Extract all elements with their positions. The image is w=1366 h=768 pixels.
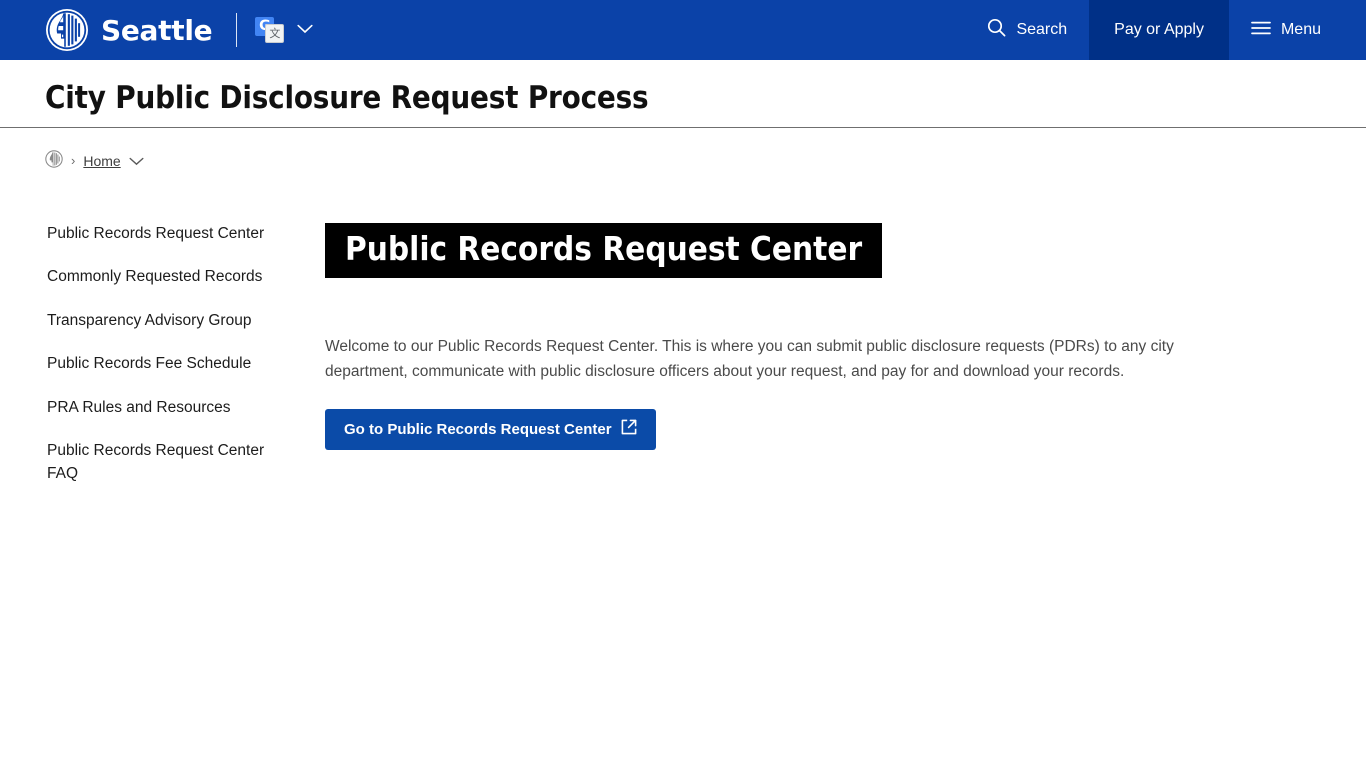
page-title-section: City Public Disclosure Request Process xyxy=(0,60,1366,127)
brand-group[interactable]: Seattle xyxy=(0,8,213,52)
seattle-seal-small-icon[interactable] xyxy=(45,150,63,171)
site-header: Seattle G 文 Search Pay or Apply xyxy=(0,0,1366,60)
google-translate-widget[interactable]: G 文 xyxy=(255,17,313,43)
menu-button[interactable]: Menu xyxy=(1229,0,1366,60)
main-content: Public Records Request Center Welcome to… xyxy=(325,223,1366,506)
seattle-city-seal-icon xyxy=(45,8,89,52)
menu-label: Menu xyxy=(1280,21,1321,38)
pay-or-apply-button[interactable]: Pay or Apply xyxy=(1089,0,1229,60)
chevron-down-icon[interactable] xyxy=(297,21,313,39)
page-title: City Public Disclosure Request Process xyxy=(45,80,649,116)
brand-name: Seattle xyxy=(101,13,213,47)
sidebar-item-public-records-request-center-faq[interactable]: Public Records Request Center FAQ xyxy=(47,440,265,485)
search-label: Search xyxy=(1016,21,1068,38)
breadcrumb-chevron-down-icon[interactable] xyxy=(129,153,144,169)
breadcrumb-home-link[interactable]: Home xyxy=(83,153,120,169)
intro-paragraph: Welcome to our Public Records Request Ce… xyxy=(325,337,1174,381)
sidebar-item-commonly-requested-records[interactable]: Commonly Requested Records xyxy=(47,266,265,288)
search-button[interactable]: Search xyxy=(965,0,1089,60)
content-heading: Public Records Request Center xyxy=(325,223,883,278)
sidebar-item-public-records-request-center[interactable]: Public Records Request Center xyxy=(47,223,265,245)
pay-or-apply-label: Pay or Apply xyxy=(1114,21,1204,38)
breadcrumb-separator: › xyxy=(71,153,76,168)
breadcrumb: › Home xyxy=(0,128,1366,171)
hamburger-menu-icon xyxy=(1251,21,1271,40)
sidebar-nav: Public Records Request Center Commonly R… xyxy=(0,223,325,506)
cta-label: Go to Public Records Request Center xyxy=(344,420,612,438)
external-link-icon xyxy=(621,419,637,439)
header-divider xyxy=(236,13,238,47)
page-body: Public Records Request Center Commonly R… xyxy=(0,171,1366,506)
search-icon xyxy=(987,18,1006,42)
sidebar-item-transparency-advisory-group[interactable]: Transparency Advisory Group xyxy=(47,310,265,332)
google-translate-icon: G 文 xyxy=(255,17,285,43)
google-translate-glyph: 文 xyxy=(265,24,285,43)
header-nav: Search Pay or Apply Menu xyxy=(965,0,1366,60)
sidebar-item-pra-rules-and-resources[interactable]: PRA Rules and Resources xyxy=(47,397,265,419)
sidebar-item-public-records-fee-schedule[interactable]: Public Records Fee Schedule xyxy=(47,353,265,375)
go-to-public-records-request-center-button[interactable]: Go to Public Records Request Center xyxy=(325,409,656,451)
